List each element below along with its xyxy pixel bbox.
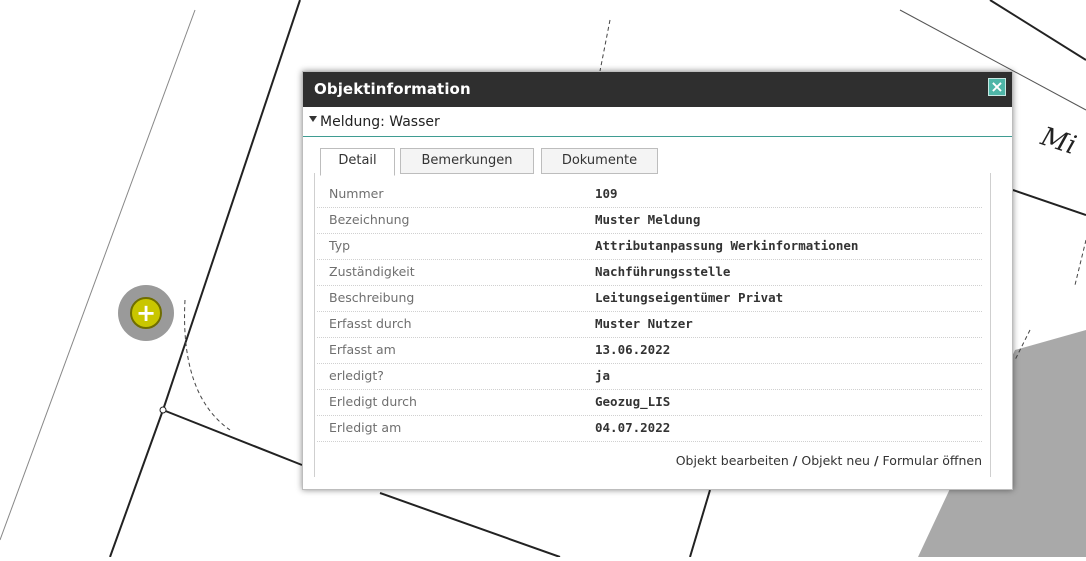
table-row: Erfasst am 13.06.2022	[317, 337, 982, 364]
table-row: Erfasst durch Muster Nutzer	[317, 311, 982, 338]
edit-object-link[interactable]: Objekt bearbeiten	[676, 453, 789, 468]
map-parcel-line	[989, 0, 1086, 61]
field-label: Erledigt durch	[329, 394, 417, 409]
map-dashed-line	[1074, 239, 1086, 286]
field-label: Erfasst am	[329, 342, 396, 357]
field-label: Zuständigkeit	[329, 264, 415, 279]
field-value: ja	[595, 368, 611, 383]
field-value: 04.07.2022	[595, 420, 671, 435]
field-label: Erfasst durch	[329, 316, 412, 331]
field-label: Nummer	[329, 186, 384, 201]
map-marker[interactable]: +	[118, 285, 174, 341]
table-row: Erledigt am 04.07.2022	[317, 415, 982, 442]
add-icon[interactable]: +	[130, 297, 162, 329]
caret-down-icon[interactable]	[309, 116, 317, 122]
map-parcel-line	[1012, 189, 1086, 216]
field-label: erledigt?	[329, 368, 384, 383]
table-row: Nummer 109	[317, 181, 982, 208]
field-value: Muster Nutzer	[595, 316, 693, 331]
table-row: Erledigt durch Geozug_LIS	[317, 389, 982, 416]
field-value: Geozug_LIS	[595, 394, 671, 409]
table-row: Zuständigkeit Nachführungsstelle	[317, 259, 982, 286]
field-value: Muster Meldung	[595, 212, 701, 227]
field-value: Leitungseigentümer Privat	[595, 290, 784, 305]
map-vertex	[159, 406, 167, 414]
object-info-dialog: Objektinformation × Meldung: Wasser Deta…	[302, 71, 1013, 490]
table-row: Typ Attributanpassung Werkinformationen	[317, 233, 982, 260]
dialog-title: Objektinformation	[314, 80, 471, 98]
field-value: Nachführungsstelle	[595, 264, 731, 279]
close-button[interactable]: ×	[988, 78, 1006, 96]
tab-dokumente[interactable]: Dokumente	[541, 148, 658, 174]
map-dashed-line	[599, 19, 611, 72]
field-label: Typ	[329, 238, 351, 253]
map-parcel-line	[689, 489, 711, 558]
field-label: Erledigt am	[329, 420, 402, 435]
map-parcel-line	[162, 409, 303, 466]
separator: /	[873, 453, 879, 468]
section-title: Meldung: Wasser	[320, 114, 440, 130]
field-value: 13.06.2022	[595, 342, 671, 357]
map-parcel-line	[162, 0, 301, 411]
section-header[interactable]: Meldung: Wasser	[303, 107, 1012, 137]
action-links: Objekt bearbeiten / Objekt neu / Formular öf…	[676, 453, 982, 468]
field-value: 109	[595, 186, 618, 201]
tab-bemerkungen[interactable]: Bemerkungen	[400, 148, 534, 174]
field-label: Beschreibung	[329, 290, 415, 305]
table-row: Beschreibung Leitungseigentümer Privat	[317, 285, 982, 312]
table-row: Bezeichnung Muster Meldung	[317, 207, 982, 234]
field-value: Attributanpassung Werkinformationen	[595, 238, 859, 253]
map-label: Mi	[1036, 121, 1079, 161]
new-object-link[interactable]: Objekt neu	[801, 453, 870, 468]
dialog-titlebar[interactable]: Objektinformation ×	[303, 72, 1012, 107]
map-dashed-curve	[184, 299, 231, 431]
field-label: Bezeichnung	[329, 212, 410, 227]
table-row: erledigt? ja	[317, 363, 982, 390]
map-road-edge	[0, 9, 196, 541]
map-parcel-line	[379, 492, 561, 558]
close-icon: ×	[990, 77, 1004, 96]
separator: /	[792, 453, 798, 468]
tab-detail[interactable]: Detail	[320, 148, 395, 176]
open-form-link[interactable]: Formular öffnen	[883, 453, 982, 468]
map-parcel-line	[109, 409, 164, 558]
